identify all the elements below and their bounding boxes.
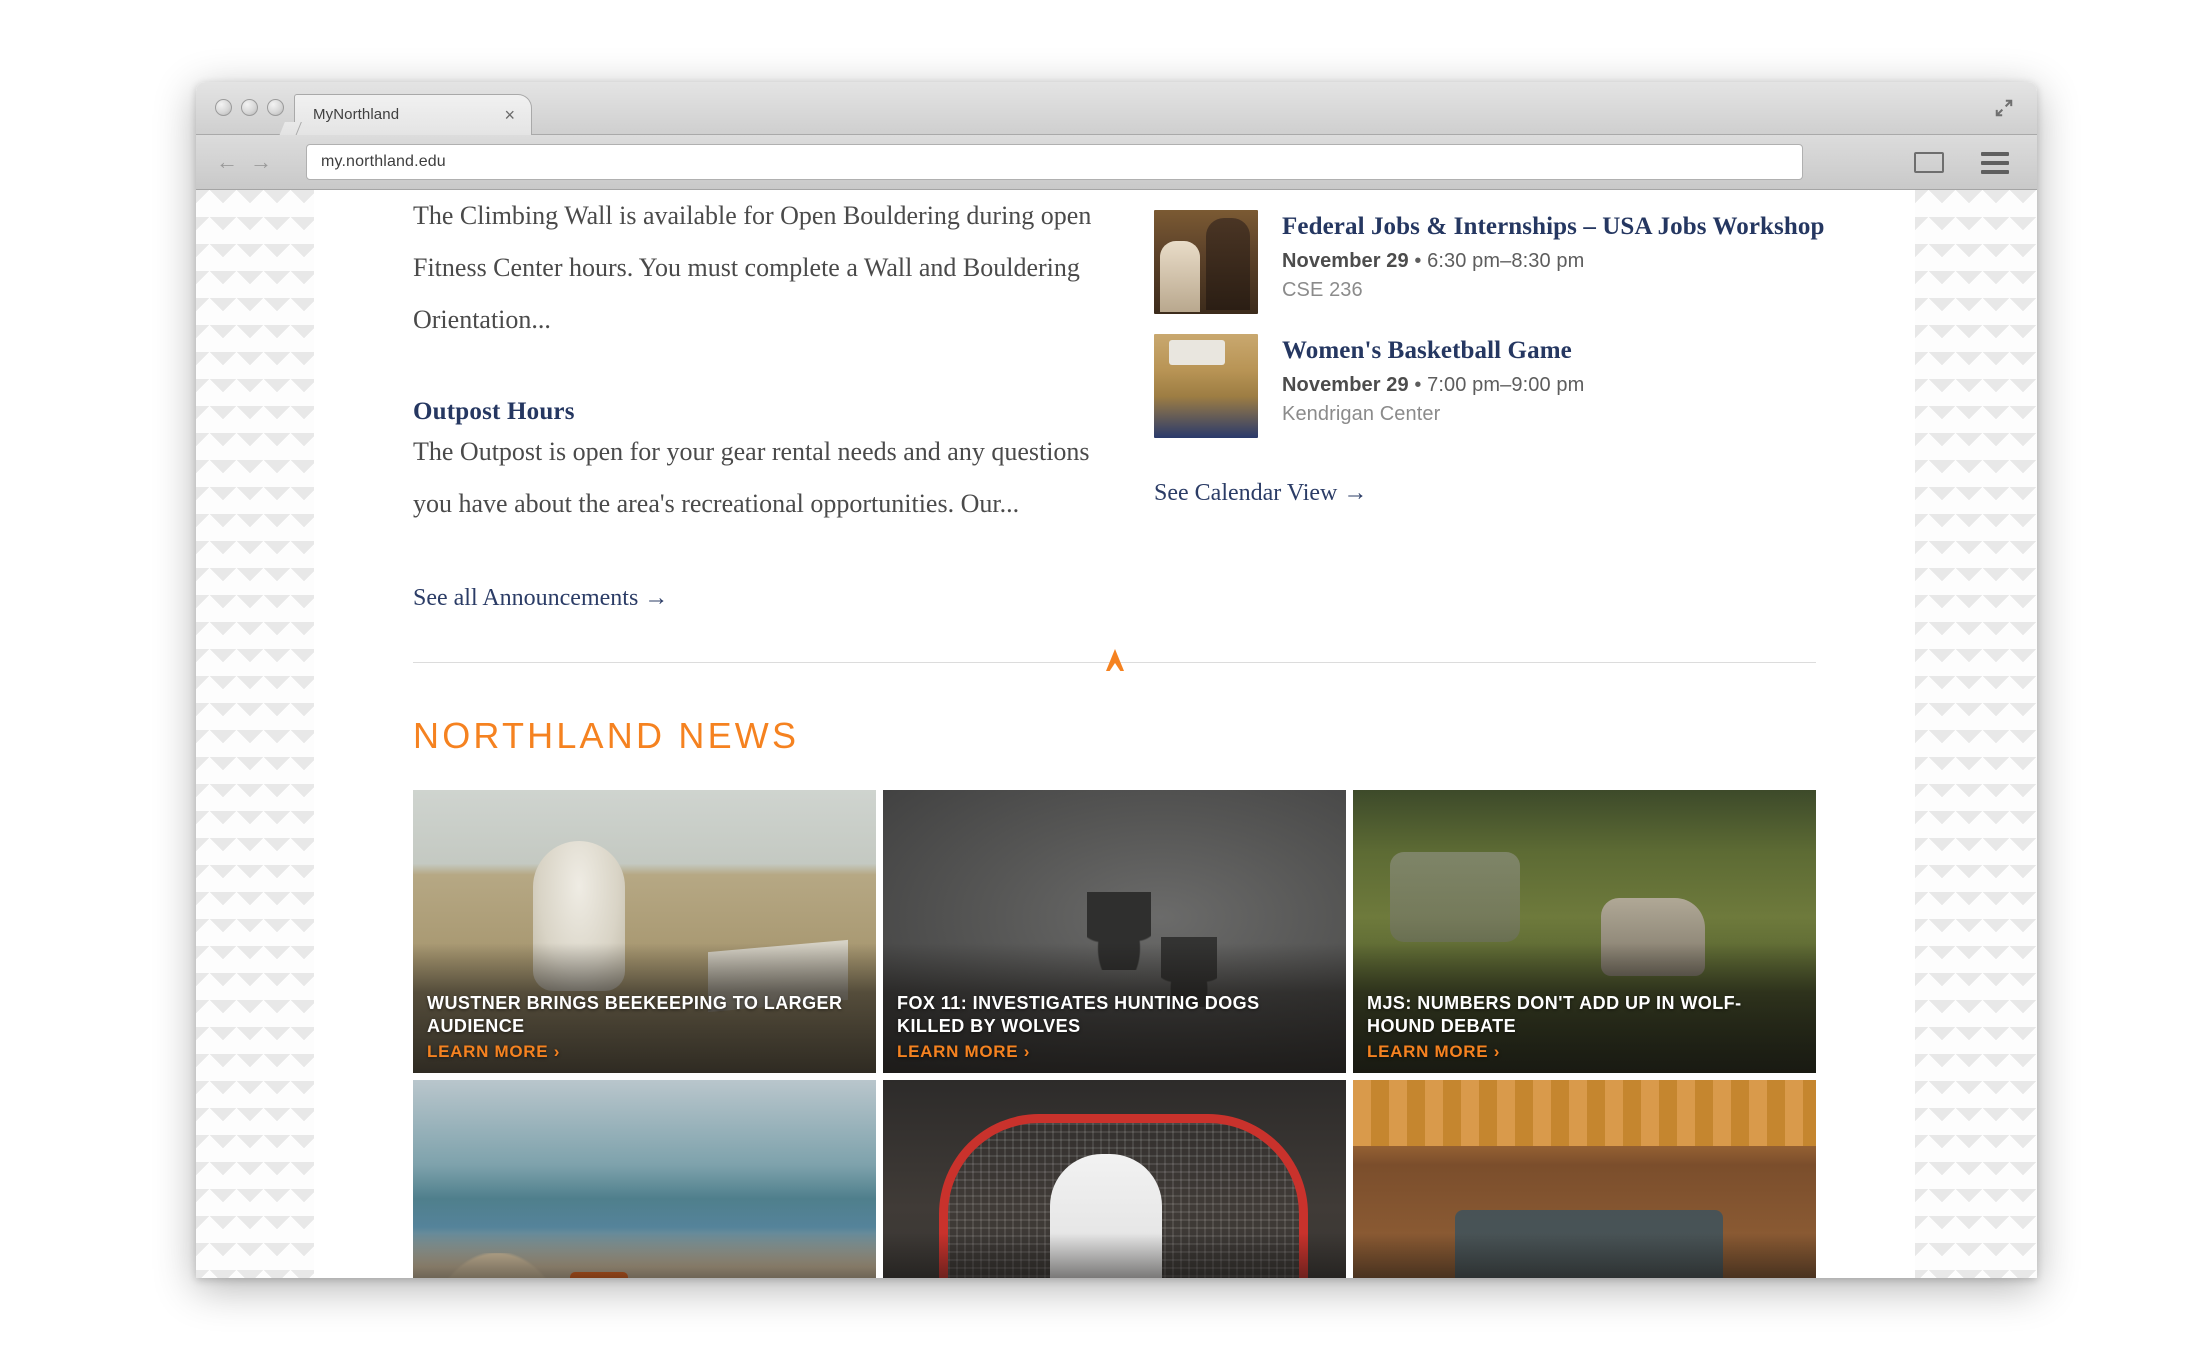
forward-arrow-icon[interactable]: → [250, 149, 272, 175]
events-column: Federal Jobs & Internships – USA Jobs Wo… [1154, 190, 1874, 507]
upper-region: The Climbing Wall is available for Open … [314, 190, 1915, 620]
event-separator: • [1414, 250, 1422, 272]
browser-window: MyNorthland × ← → my.northland.edu The C… [196, 82, 2037, 1278]
see-calendar-view-link[interactable]: See Calendar View → [1154, 480, 1367, 507]
browser-tab[interactable]: MyNorthland × [294, 94, 532, 135]
news-card[interactable]: FOX 11: INVESTIGATES HUNTING DOGS KILLED… [883, 790, 1346, 1073]
news-card[interactable]: FITNESS CENTER LEARN MORE › [1353, 1080, 1816, 1278]
event-datetime: November 29 • 7:00 pm–9:00 pm [1282, 374, 1874, 397]
event-location: Kendrigan Center [1282, 403, 1441, 425]
news-card-title: WUSTNER BRINGS BEEKEEPING TO LARGER AUDI… [427, 993, 843, 1036]
page-content: The Climbing Wall is available for Open … [314, 190, 1915, 1278]
event-title[interactable]: Federal Jobs & Internships – USA Jobs Wo… [1282, 212, 1874, 242]
announcements-column: The Climbing Wall is available for Open … [413, 190, 1103, 612]
close-window-button[interactable] [215, 99, 232, 116]
event-location: CSE 236 [1282, 279, 1363, 301]
maximize-window-button[interactable] [267, 99, 284, 116]
event-item[interactable]: Federal Jobs & Internships – USA Jobs Wo… [1154, 210, 1874, 314]
announcement-heading-outpost-hours: Outpost Hours [413, 398, 575, 425]
news-card-grid: WUSTNER BRINGS BEEKEEPING TO LARGER AUDI… [413, 790, 1816, 1278]
card-caption: FOX 11: INVESTIGATES HUNTING DOGS KILLED… [897, 992, 1332, 1062]
chevron-pattern-right [1915, 190, 2037, 1278]
event-details: Federal Jobs & Internships – USA Jobs Wo… [1282, 210, 1874, 314]
window-controls[interactable] [215, 99, 284, 116]
news-card-title: MJS: NUMBERS DON'T ADD UP IN WOLF-HOUND … [1367, 993, 1742, 1036]
news-section-title: NORTHLAND NEWS [413, 715, 800, 756]
close-tab-icon[interactable]: × [504, 104, 515, 126]
card-gradient-overlay [413, 1233, 876, 1278]
card-caption: MJS: NUMBERS DON'T ADD UP IN WOLF-HOUND … [1367, 992, 1802, 1062]
chevron-pattern-left [196, 190, 314, 1278]
news-card[interactable]: WUSTNER BRINGS BEEKEEPING TO LARGER AUDI… [413, 790, 876, 1073]
news-card[interactable]: MJS: NUMBERS DON'T ADD UP IN WOLF-HOUND … [1353, 790, 1816, 1073]
event-date: November 29 [1282, 250, 1409, 272]
event-time: 6:30 pm–8:30 pm [1427, 250, 1585, 272]
minimize-window-button[interactable] [241, 99, 258, 116]
learn-more-link[interactable]: LEARN MORE › [427, 1042, 560, 1061]
card-gradient-overlay [883, 1233, 1346, 1278]
learn-more-link[interactable]: LEARN MORE › [897, 1042, 1030, 1061]
event-thumbnail[interactable] [1154, 334, 1258, 438]
announcement-text-1: The Climbing Wall is available for Open … [413, 201, 1092, 334]
orange-triangle-icon [1105, 649, 1124, 672]
address-bar[interactable]: my.northland.edu [306, 144, 1803, 180]
see-all-announcements-link[interactable]: See all Announcements → [413, 585, 668, 612]
navigation-arrows[interactable]: ← → [216, 149, 272, 175]
card-gradient-overlay [1353, 1233, 1816, 1278]
event-item[interactable]: Women's Basketball Game November 29 • 7:… [1154, 334, 1874, 438]
event-details: Women's Basketball Game November 29 • 7:… [1282, 334, 1874, 438]
learn-more-link[interactable]: LEARN MORE › [1367, 1042, 1500, 1061]
event-separator: • [1414, 374, 1422, 396]
event-thumbnail[interactable] [1154, 210, 1258, 314]
tab-label: MyNorthland [313, 106, 400, 123]
back-arrow-icon[interactable]: ← [216, 149, 238, 175]
card-caption: WUSTNER BRINGS BEEKEEPING TO LARGER AUDI… [427, 992, 862, 1062]
event-datetime: November 29 • 6:30 pm–8:30 pm [1282, 250, 1874, 273]
section-divider [413, 649, 1816, 672]
page-viewport: The Climbing Wall is available for Open … [196, 190, 2037, 1278]
news-card[interactable]: JOBS BOARD LEARN MORE › [413, 1080, 876, 1278]
announcement-text-2: The Outpost is open for your gear rental… [413, 437, 1090, 518]
event-date: November 29 [1282, 374, 1409, 396]
browser-toolbar: ← → my.northland.edu [196, 135, 2037, 190]
event-title[interactable]: Women's Basketball Game [1282, 336, 1874, 366]
browser-titlebar: MyNorthland × [196, 82, 2037, 135]
news-card-title: FOX 11: INVESTIGATES HUNTING DOGS KILLED… [897, 993, 1260, 1036]
url-text: my.northland.edu [321, 153, 446, 170]
hamburger-menu-icon[interactable] [1981, 152, 2009, 174]
event-time: 7:00 pm–9:00 pm [1427, 374, 1585, 396]
reader-view-icon[interactable] [1914, 152, 1944, 173]
fullscreen-icon[interactable] [1993, 97, 2015, 119]
northland-news-section: NORTHLAND NEWS WUSTNER BRINGS BEEKEEPING… [413, 715, 1816, 1278]
news-card[interactable]: ATHLETICS LEARN MORE › [883, 1080, 1346, 1278]
